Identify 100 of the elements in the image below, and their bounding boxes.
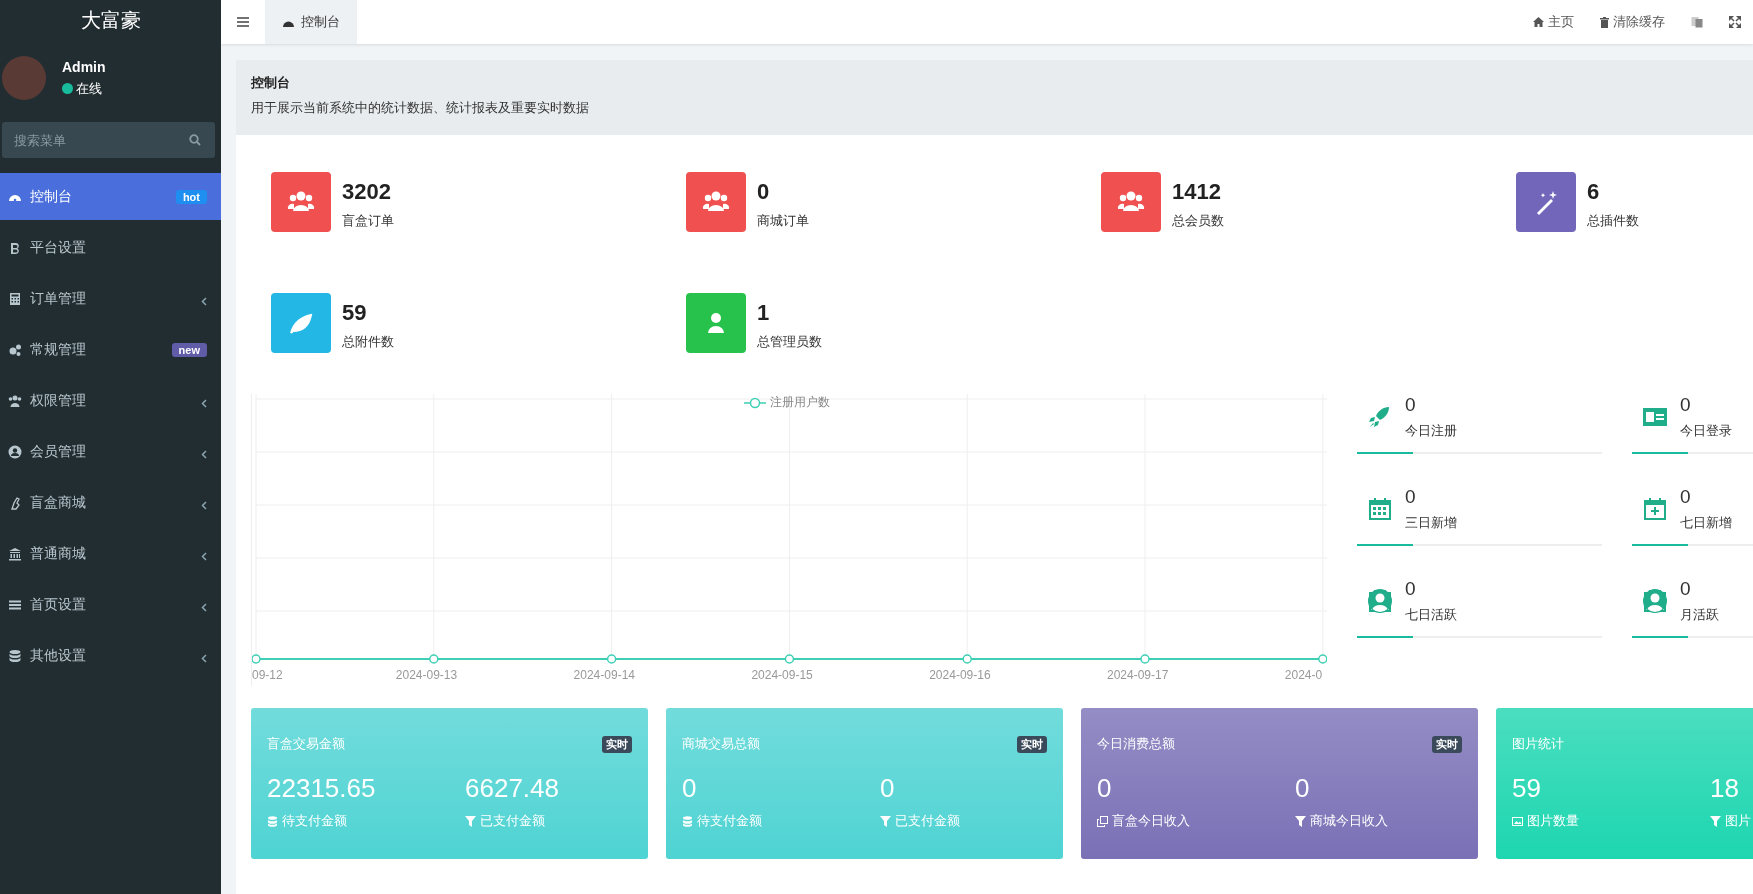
menu-badge: new bbox=[171, 342, 207, 357]
page-description: 用于展示当前系统中的统计数据、统计报表及重要实时数据 bbox=[251, 99, 590, 117]
header-link[interactable]: 清除缓存 bbox=[1600, 13, 1665, 31]
legend-icon bbox=[744, 396, 766, 409]
search-field[interactable]: 搜索菜单 bbox=[2, 122, 215, 158]
stat-value: 6 bbox=[1587, 179, 1601, 205]
realtime-badge: 实时 bbox=[1017, 735, 1047, 753]
bank-icon bbox=[8, 546, 22, 561]
metric-label: 盲盒今日收入 bbox=[1112, 812, 1190, 830]
usercircle-icon bbox=[8, 444, 22, 459]
menu-item[interactable]: 盲盒商城 bbox=[0, 479, 221, 526]
home-icon bbox=[1533, 17, 1544, 27]
realtime-badge: 实时 bbox=[1432, 735, 1462, 753]
stat-value: 0 bbox=[1680, 486, 1692, 508]
axis-label: 2024-09-17 bbox=[1107, 668, 1169, 682]
card-title: 商城交易总额 bbox=[682, 735, 760, 753]
usercircle-icon bbox=[1367, 588, 1393, 614]
stat-value: 0 bbox=[1405, 394, 1417, 416]
search-icon[interactable] bbox=[189, 134, 201, 146]
menu-item[interactable]: 首页设置 bbox=[0, 581, 221, 628]
menu-badge: hot bbox=[175, 189, 207, 204]
stat-label: 总插件数 bbox=[1587, 212, 1639, 230]
tab[interactable]: 控制台 bbox=[265, 0, 357, 44]
card-title: 今日消费总额 bbox=[1097, 735, 1175, 753]
axis-label: 2024-09-16 bbox=[929, 668, 991, 682]
axis-label: 09-12 bbox=[252, 668, 283, 682]
metric-value: 22315.65 bbox=[267, 773, 377, 804]
metric-value: 0 bbox=[1295, 773, 1311, 804]
metric-value: 0 bbox=[1097, 773, 1113, 804]
copy-icon bbox=[1097, 815, 1108, 827]
image-icon bbox=[1512, 815, 1523, 827]
filter-icon bbox=[1710, 815, 1721, 827]
metric-value: 0 bbox=[682, 773, 698, 804]
metric-label: 待支付金额 bbox=[697, 812, 762, 830]
menu-item[interactable]: 其他设置 bbox=[0, 632, 221, 679]
metric-label: 图片数量 bbox=[1527, 812, 1579, 830]
stat-value: 0 bbox=[1405, 578, 1417, 600]
metric-label: 已支付金额 bbox=[895, 812, 960, 830]
bold-icon bbox=[8, 240, 22, 255]
user-name: Admin bbox=[62, 58, 106, 75]
stat-label: 总附件数 bbox=[342, 333, 394, 351]
filter-icon bbox=[1295, 815, 1306, 827]
calc-icon bbox=[8, 291, 22, 306]
stat-label: 三日新增 bbox=[1405, 514, 1457, 532]
calplus-icon bbox=[1642, 496, 1668, 522]
stat-value: 1412 bbox=[1172, 179, 1222, 205]
menu-item[interactable]: 订单管理 bbox=[0, 275, 221, 322]
stat-label: 七日新增 bbox=[1680, 514, 1732, 532]
card-title: 盲盒交易金额 bbox=[267, 735, 345, 753]
stat-label: 商城订单 bbox=[757, 212, 809, 230]
usercircle-icon bbox=[1642, 588, 1668, 614]
cal-icon bbox=[1367, 496, 1393, 522]
stat-value: 0 bbox=[1680, 578, 1692, 600]
stat-value: 3202 bbox=[342, 179, 392, 205]
metric-value: 18 bbox=[1710, 773, 1740, 804]
metric-value: 6627.48 bbox=[465, 773, 560, 804]
metric-label: 图片 bbox=[1725, 812, 1751, 830]
user-status: 在线 bbox=[62, 79, 106, 98]
stat-value: 1 bbox=[757, 300, 771, 326]
stat-value: 0 bbox=[1405, 486, 1417, 508]
users-icon bbox=[8, 393, 22, 408]
db-icon bbox=[8, 648, 22, 663]
stat-value: 59 bbox=[342, 300, 368, 326]
stat-label: 总会员数 bbox=[1172, 212, 1224, 230]
stat-label: 总管理员数 bbox=[757, 333, 822, 351]
axis-label: 2024-09-14 bbox=[573, 668, 635, 682]
filter-icon bbox=[465, 815, 476, 827]
stat-label: 月活跃 bbox=[1680, 606, 1719, 624]
stat-label: 盲盒订单 bbox=[342, 212, 394, 230]
menu-item[interactable]: 常规管理 new bbox=[0, 326, 221, 373]
stat-label: 七日活跃 bbox=[1405, 606, 1457, 624]
metric-label: 已支付金额 bbox=[480, 812, 545, 830]
menu-icon[interactable] bbox=[237, 17, 249, 27]
stat-value: 0 bbox=[757, 179, 771, 205]
realtime-badge: 实时 bbox=[602, 735, 632, 753]
header-link[interactable]: 主页 bbox=[1533, 13, 1574, 31]
filter-icon bbox=[880, 815, 891, 827]
metric-value: 59 bbox=[1512, 773, 1542, 804]
axis-label: 2024-09-13 bbox=[395, 668, 458, 682]
db-icon bbox=[267, 815, 278, 827]
axis-label: 2024-0 bbox=[1284, 668, 1323, 682]
menu-item[interactable]: 会员管理 bbox=[0, 428, 221, 475]
metric-value: 0 bbox=[880, 773, 896, 804]
metric-label: 商城今日收入 bbox=[1310, 812, 1388, 830]
menu-item[interactable]: 权限管理 bbox=[0, 377, 221, 424]
menu-item[interactable]: 普通商城 bbox=[0, 530, 221, 577]
axis-label: 2024-09-15 bbox=[751, 668, 813, 682]
menu-item[interactable]: 平台设置 bbox=[0, 224, 221, 271]
metric-label: 待支付金额 bbox=[282, 812, 347, 830]
trash-icon bbox=[1600, 16, 1609, 28]
fullscreen-icon[interactable] bbox=[1729, 16, 1741, 28]
stat-label: 今日注册 bbox=[1405, 422, 1457, 440]
legend-label: 注册用户数 bbox=[770, 394, 830, 411]
translate-icon[interactable] bbox=[1691, 16, 1703, 28]
menu-item[interactable]: 控制台 hot bbox=[0, 173, 221, 220]
stat-label: 今日登录 bbox=[1680, 422, 1732, 440]
stat-value: 0 bbox=[1680, 394, 1692, 416]
page-title: 控制台 bbox=[251, 74, 291, 92]
card-title: 图片统计 bbox=[1512, 735, 1564, 753]
db-icon bbox=[682, 815, 693, 827]
